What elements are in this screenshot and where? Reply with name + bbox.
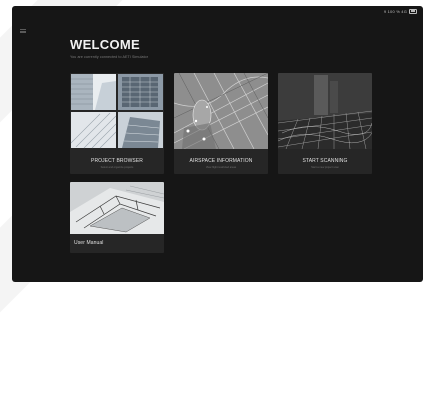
battery-icon — [409, 8, 417, 14]
user-manual-card[interactable]: User Manual — [70, 182, 164, 253]
scanning-image — [278, 73, 372, 149]
airspace-information-card[interactable]: AIRSPACE INFORMATION View flight restric… — [174, 73, 268, 174]
project-browser-card[interactable]: PROJECT BROWSER Select and organize proj… — [70, 73, 164, 174]
start-scanning-card[interactable]: START SCANNING Start a new project scan — [278, 73, 372, 174]
app-window: 9 100 % 4G WELCOME You are currently con… — [12, 6, 423, 282]
menu-icon[interactable] — [20, 29, 26, 33]
airspace-information-description: View flight restricted areas — [205, 166, 237, 169]
airspace-information-label: AIRSPACE INFORMATION — [189, 158, 253, 164]
user-manual-label: User Manual — [74, 240, 104, 246]
user-manual-image — [70, 182, 164, 234]
start-scanning-label: START SCANNING — [302, 158, 348, 164]
status-text: 9 100 % 4G — [383, 8, 407, 14]
start-scanning-description: Start a new project scan — [311, 166, 339, 169]
project-browser-label: PROJECT BROWSER — [91, 158, 143, 164]
project-browser-description: Select and organize projects — [100, 166, 134, 169]
page-subtitle: You are currently connected to AETI Simu… — [70, 55, 149, 59]
status-bar: 9 100 % 4G — [384, 7, 417, 15]
page-title: WELCOME — [70, 37, 140, 52]
project-browser-image — [70, 73, 164, 149]
airspace-map-image — [174, 73, 268, 149]
